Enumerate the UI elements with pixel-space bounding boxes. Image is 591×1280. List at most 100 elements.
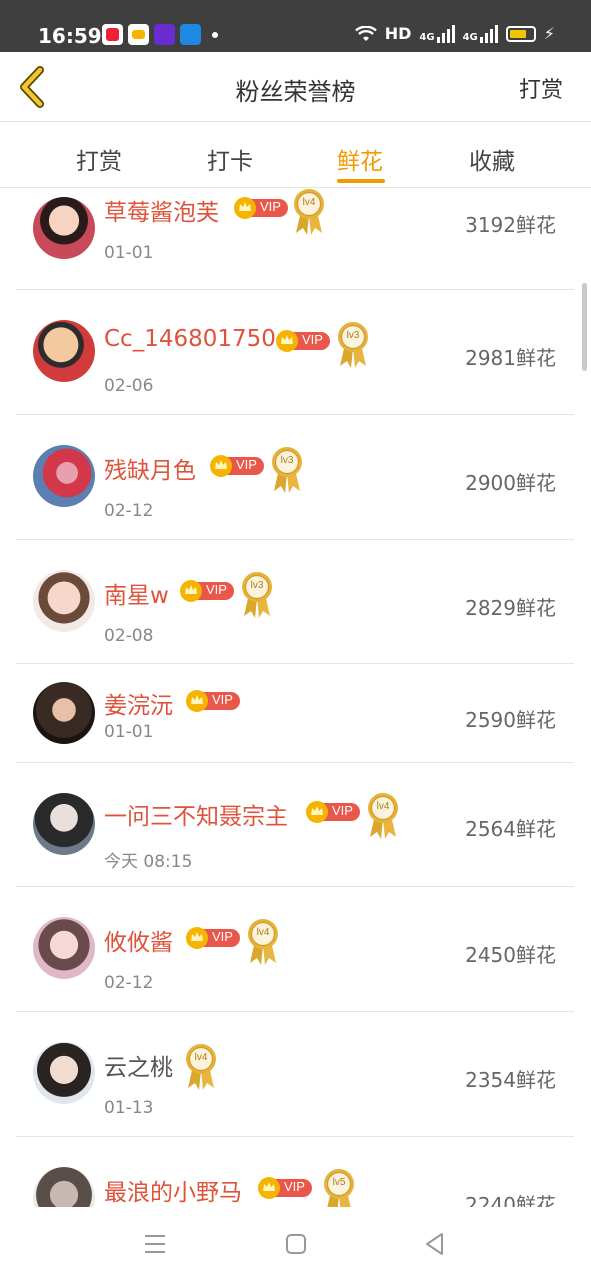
system-nav-bar xyxy=(0,1207,591,1280)
list-item[interactable]: 最浪的小野马 VIP lv5 2240鲜花 xyxy=(16,1137,574,1207)
avatar[interactable] xyxy=(33,917,95,979)
tab-flowers[interactable]: 鲜花 xyxy=(337,142,383,176)
wifi-icon xyxy=(354,25,377,41)
avatar[interactable] xyxy=(33,1167,95,1207)
user-name[interactable]: 草莓酱泡芙 xyxy=(104,193,219,227)
app-notification-icon xyxy=(154,24,175,45)
square-home-icon[interactable] xyxy=(283,1231,309,1257)
list-item[interactable]: 南星w VIP lv3 02-08 2829鲜花 xyxy=(16,540,574,664)
vip-badge: VIP xyxy=(186,927,242,949)
avatar[interactable] xyxy=(33,1042,95,1104)
app-notification-icon xyxy=(180,24,201,45)
scrollbar[interactable] xyxy=(582,283,587,371)
charging-icon: ⚡ xyxy=(543,24,555,43)
tab-favorites[interactable]: 收藏 xyxy=(469,142,515,176)
flower-amount: 3192鲜花 xyxy=(465,213,556,237)
contribution-date: 01-13 xyxy=(104,1098,154,1118)
list-item[interactable]: 一问三不知聂宗主 VIP lv4 今天 08:15 2564鲜花 xyxy=(16,763,574,887)
flower-amount: 2354鲜花 xyxy=(465,1068,556,1092)
flower-amount: 2564鲜花 xyxy=(465,817,556,841)
vip-badge: VIP xyxy=(276,330,332,352)
vip-badge: VIP xyxy=(180,580,236,602)
user-name[interactable]: 南星w xyxy=(104,576,169,610)
flower-amount: 2981鲜花 xyxy=(465,346,556,370)
user-name[interactable]: 攸攸酱 xyxy=(104,923,173,957)
contribution-date: 02-08 xyxy=(104,626,154,646)
list-item[interactable]: Cc_146801750 VIP lv3 02-06 2981鲜花 xyxy=(16,290,574,415)
reward-button[interactable]: 打赏 xyxy=(519,72,563,104)
app-notification-icon xyxy=(102,24,123,45)
user-name[interactable]: 一问三不知聂宗主 xyxy=(104,797,288,831)
avatar[interactable] xyxy=(33,320,95,382)
level-label: lv3 xyxy=(346,330,360,341)
list-item[interactable]: 云之桃 lv4 01-13 2354鲜花 xyxy=(16,1012,574,1137)
level-label: lv3 xyxy=(280,455,294,466)
contribution-date: 今天 08:15 xyxy=(104,852,193,872)
vip-badge: VIP xyxy=(186,690,242,712)
status-bar: 16:59 HD 4G 4G ⚡ xyxy=(0,0,591,52)
flower-amount: 2450鲜花 xyxy=(465,943,556,967)
contribution-date: 01-01 xyxy=(104,722,154,742)
signal-icon: 4G xyxy=(419,24,455,43)
avatar[interactable] xyxy=(33,682,95,744)
tab-reward[interactable]: 打赏 xyxy=(76,142,122,176)
contribution-date: 01-01 xyxy=(104,243,154,263)
hd-indicator: HD xyxy=(384,24,412,43)
level-medal-icon: lv5 xyxy=(322,1167,356,1207)
list-item[interactable]: 姜浣沅 VIP 01-01 2590鲜花 xyxy=(16,664,574,763)
contribution-date: 02-12 xyxy=(104,973,154,993)
user-name[interactable]: 残缺月色 xyxy=(104,451,196,485)
flower-amount: 2240鲜花 xyxy=(465,1193,556,1207)
more-notifications-icon xyxy=(212,31,218,38)
level-medal-icon: lv3 xyxy=(336,320,370,370)
tab-bar: 打赏 打卡 鲜花 收藏 xyxy=(0,122,591,188)
avatar[interactable] xyxy=(33,445,95,507)
triangle-back-icon[interactable] xyxy=(422,1231,448,1257)
vip-label: VIP xyxy=(212,692,233,707)
level-medal-icon: lv4 xyxy=(184,1042,218,1092)
vip-label: VIP xyxy=(332,803,353,818)
level-label: lv4 xyxy=(376,801,390,812)
level-label: lv5 xyxy=(332,1177,346,1188)
user-name[interactable]: 姜浣沅 xyxy=(104,686,173,720)
status-indicators: HD 4G 4G ⚡ xyxy=(354,24,555,43)
contribution-date: 02-12 xyxy=(104,501,154,521)
list-item[interactable]: 草莓酱泡芙 VIP lv4 01-01 3192鲜花 xyxy=(16,189,574,290)
active-tab-indicator xyxy=(337,179,385,183)
avatar[interactable] xyxy=(33,197,95,259)
vip-label: VIP xyxy=(212,929,233,944)
level-label: lv4 xyxy=(256,927,270,938)
vip-label: VIP xyxy=(206,582,227,597)
flower-amount: 2829鲜花 xyxy=(465,596,556,620)
tab-checkin[interactable]: 打卡 xyxy=(207,142,253,176)
level-medal-icon: lv3 xyxy=(270,445,304,495)
menu-icon[interactable] xyxy=(142,1231,168,1257)
vip-badge: VIP xyxy=(258,1177,314,1199)
contribution-date: 02-06 xyxy=(104,376,154,396)
avatar[interactable] xyxy=(33,570,95,632)
vip-badge: VIP xyxy=(306,801,362,823)
flower-amount: 2900鲜花 xyxy=(465,471,556,495)
avatar[interactable] xyxy=(33,793,95,855)
level-medal-icon: lv3 xyxy=(240,570,274,620)
vip-label: VIP xyxy=(260,199,281,214)
level-medal-icon: lv4 xyxy=(292,189,326,237)
list-item[interactable]: 残缺月色 VIP lv3 02-12 2900鲜花 xyxy=(16,415,574,540)
user-name[interactable]: 云之桃 xyxy=(104,1048,173,1082)
list-item[interactable]: 攸攸酱 VIP lv4 02-12 2450鲜花 xyxy=(16,887,574,1012)
level-label: lv4 xyxy=(302,197,316,208)
user-name[interactable]: Cc_146801750 xyxy=(104,326,276,352)
vip-label: VIP xyxy=(302,332,323,347)
page-title: 粉丝荣誉榜 xyxy=(235,78,356,106)
status-time: 16:59 xyxy=(38,24,102,48)
vip-badge: VIP xyxy=(234,197,290,219)
signal-icon: 4G xyxy=(463,24,498,43)
battery-icon xyxy=(505,25,536,42)
user-name[interactable]: 最浪的小野马 xyxy=(104,1173,242,1207)
app-header: 粉丝荣誉榜 打赏 xyxy=(0,52,591,122)
vip-label: VIP xyxy=(284,1179,305,1194)
level-label: lv3 xyxy=(250,580,264,591)
app-notification-icon xyxy=(128,24,149,45)
notification-icons xyxy=(102,24,218,45)
level-medal-icon: lv4 xyxy=(246,917,280,967)
